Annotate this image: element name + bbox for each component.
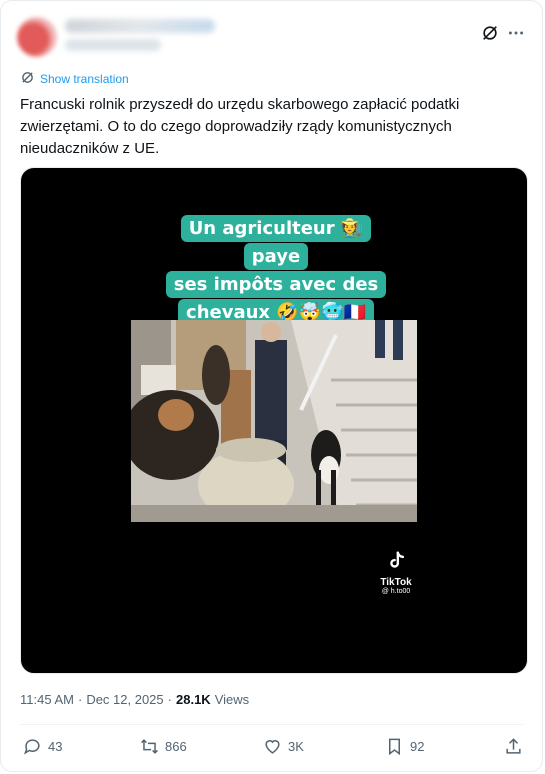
translate-icon (21, 71, 34, 87)
caption-line-2: ses impôts avec des (165, 271, 387, 298)
video-frame (131, 320, 417, 522)
reply-count: 43 (48, 739, 63, 754)
tiktok-watermark: TikTok @ h.to00 (371, 550, 421, 595)
action-bar: 43 866 3K 92 (20, 737, 523, 757)
author-handle-blurred[interactable] (65, 39, 161, 51)
bookmark-count: 92 (410, 739, 425, 754)
repost-icon (141, 739, 158, 754)
tiktok-icon (371, 550, 421, 577)
tweet-date[interactable]: Dec 12, 2025 (86, 692, 163, 707)
more-dots-icon[interactable] (506, 23, 526, 43)
show-translation-link[interactable]: Show translation (21, 71, 129, 87)
tweet-card: Show translation Francuski rolnik przysz… (0, 0, 543, 772)
tweet-header (17, 11, 526, 57)
tiktok-handle: @ h.to00 (381, 588, 411, 595)
video-media[interactable]: Un agriculteur 🧑‍🌾 paye ses impôts avec … (20, 167, 528, 674)
meta-separator-2: · (167, 692, 172, 707)
repost-button[interactable]: 866 (140, 737, 187, 756)
tweet-time[interactable]: 11:45 AM (20, 692, 74, 707)
tiktok-name: TikTok (380, 577, 412, 588)
share-button[interactable] (504, 737, 523, 756)
views-label: Views (214, 692, 250, 707)
video-scene (131, 320, 417, 522)
repost-count: 866 (165, 739, 187, 754)
show-translation-label: Show translation (40, 72, 129, 86)
tweet-meta: 11:45 AM · Dec 12, 2025 · 28.1K Views (20, 692, 249, 707)
caption-line-1: Un agriculteur 🧑‍🌾 paye (180, 215, 372, 270)
reply-icon (24, 739, 40, 755)
like-count: 3K (288, 739, 304, 754)
reply-button[interactable]: 43 (23, 737, 62, 756)
bookmark-icon (388, 738, 401, 756)
bookmark-button[interactable]: 92 (385, 737, 424, 756)
tweet-text: Francuski rolnik przyszedł do urzędu ska… (20, 96, 460, 157)
meta-separator: · (77, 692, 83, 707)
divider (20, 724, 523, 725)
author-name-blurred[interactable] (65, 19, 215, 33)
share-icon (506, 738, 521, 754)
avatar[interactable] (17, 17, 57, 57)
grok-icon[interactable] (480, 23, 500, 43)
views-count: 28.1K (176, 692, 211, 707)
like-button[interactable]: 3K (263, 737, 304, 756)
heart-icon (265, 740, 280, 754)
video-caption: Un agriculteur 🧑‍🌾 paye ses impôts avec … (160, 215, 392, 327)
